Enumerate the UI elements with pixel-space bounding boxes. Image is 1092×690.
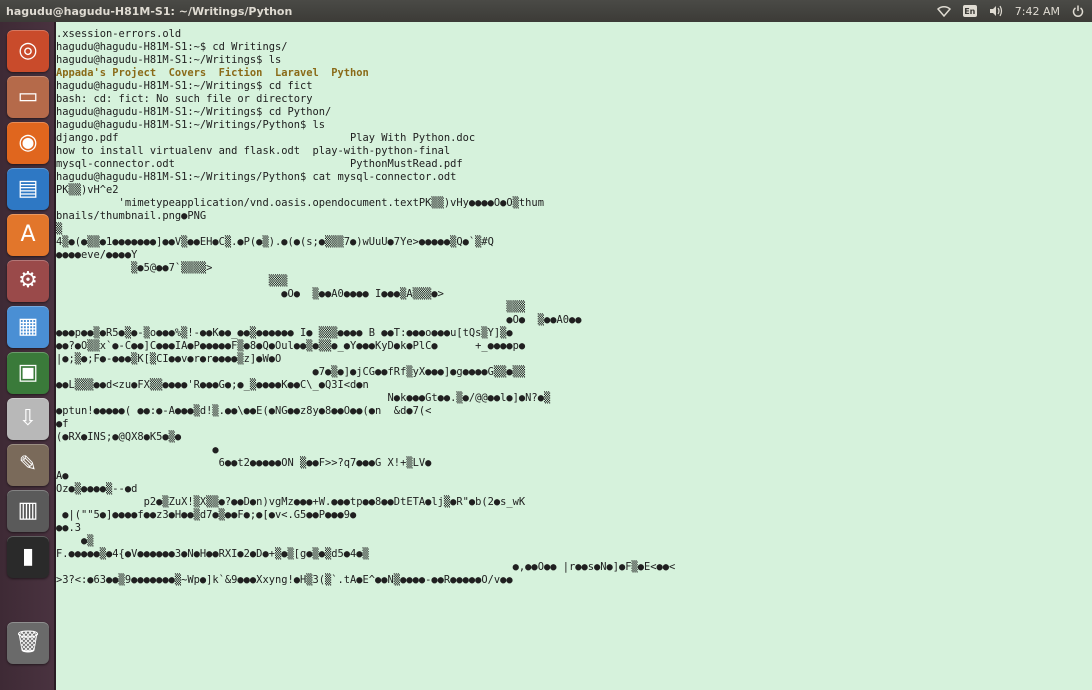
volume-icon[interactable] bbox=[989, 5, 1003, 17]
terminal-line: (●RX●INS;●@QX8●K5●▒● bbox=[56, 431, 182, 443]
window-title: hagudu@hagudu-H81M-S1: ~/Writings/Python bbox=[6, 4, 293, 18]
terminal-line: ●●L▒▒▒●●d<zu●FX▒▒●●●●'R●●●G●;●_▒●●●●K●●C… bbox=[56, 379, 369, 391]
terminal-line: ▒▒▒ bbox=[56, 301, 526, 313]
terminal-output: .xsession-errors.old hagudu@hagudu-H81M-S… bbox=[56, 22, 1092, 587]
launcher-monitor-button[interactable]: ▣ bbox=[7, 352, 49, 394]
terminal-directory-listing: Appada's Project Covers Fiction Laravel … bbox=[56, 67, 369, 79]
unity-launcher: ◎ ▭ ◉ ▤ A ⚙ ▦ ▣ ⇩ ✎ ▥ ▮ 🗑 bbox=[0, 22, 56, 690]
terminal-line: hagudu@hagudu-H81M-S1:~/Writings/Python$… bbox=[56, 119, 325, 131]
terminal-line: |●;▒●;F●-●●●▒K[▒CI●●v●r●r●●●●▒z]●W●O bbox=[56, 353, 282, 365]
indicator-tray: En 7:42 AM bbox=[936, 5, 1092, 18]
keyboard-layout-indicator[interactable]: En bbox=[962, 5, 977, 17]
terminal-line: hagudu@hagudu-H81M-S1:~/Writings$ cd fic… bbox=[56, 80, 313, 92]
terminal-line: 'mimetypeapplication/vnd.oasis.opendocum… bbox=[56, 197, 544, 209]
terminal-line: ●●.3 bbox=[56, 522, 82, 534]
terminal-line: F.●●●●●▒●4{●V●●●●●●3●N●H●●RXI●2●D●+▒●▒[g… bbox=[56, 548, 369, 560]
launcher-gimp-button[interactable]: ✎ bbox=[7, 444, 49, 486]
launcher-video-editor-button[interactable]: ▥ bbox=[7, 490, 49, 532]
terminal-line: ●O● ▒●●A0●● bbox=[56, 314, 582, 326]
launcher-trash-button[interactable]: 🗑 bbox=[7, 622, 49, 664]
terminal-line: django.pdf Play With Python.doc bbox=[56, 132, 476, 144]
system-monitor-icon: ▣ bbox=[17, 360, 39, 385]
terminal-line: Oz●▒●●●●▒--●d bbox=[56, 483, 138, 495]
paint-icon: ✎ bbox=[18, 452, 38, 477]
terminal-line: ●●●p●●▒●R5●▒●-▒o●●●%▒!-●●K●●_●●▒●●●●●● I… bbox=[56, 327, 513, 339]
document-icon: ▤ bbox=[17, 176, 39, 201]
presentation-icon: ▦ bbox=[17, 314, 39, 339]
terminal-line: hagudu@hagudu-H81M-S1:~/Writings$ ls bbox=[56, 54, 282, 66]
terminal-line: ●●●●eve/●●●●Y bbox=[56, 249, 138, 261]
ubuntu-logo-icon: ◎ bbox=[18, 38, 38, 63]
terminal-line: ●,●●O●● |r●●s●N●]●F▒●E<●●< bbox=[56, 561, 676, 573]
terminal-line: ●ptun!●●●●●( ●●:●-A●●●▒d!▒.●●\●●E(●NG●●z… bbox=[56, 405, 432, 417]
launcher-files-button[interactable]: ▭ bbox=[7, 76, 49, 118]
terminal-line: A● bbox=[56, 470, 69, 482]
download-icon: ⇩ bbox=[18, 406, 38, 431]
terminal-line: bnails/thumbnail.png●PNG bbox=[56, 210, 207, 222]
terminal-line: hagudu@hagudu-H81M-S1:~/Writings$ cd Pyt… bbox=[56, 106, 332, 118]
launcher-dash-button[interactable]: ◎ bbox=[7, 30, 49, 72]
terminal-icon: ▮ bbox=[21, 544, 35, 569]
power-icon[interactable] bbox=[1072, 5, 1084, 17]
launcher-installer-button[interactable]: ⇩ bbox=[7, 398, 49, 440]
terminal-line: >3?<:●63●●▒9●●●●●●●▒~Wp●]k`&9●●●Xxyng!●H… bbox=[56, 574, 513, 586]
folder-icon: ▭ bbox=[17, 84, 39, 109]
terminal-line: N●k●●●Gt●●.▒●/@@●●l●]●N?●▒ bbox=[56, 392, 551, 404]
terminal-line: ▒●5@●●7`▒▒▒▒> bbox=[56, 262, 213, 274]
terminal-line: PK▒▒)vH^e2 bbox=[56, 184, 119, 196]
terminal-window[interactable]: .xsession-errors.old hagudu@hagudu-H81M-S… bbox=[56, 22, 1092, 690]
terminal-line: ●|(""5●]●●●●f●●z3●H●●▒d7●▒●●F●;●[●v<.G5●… bbox=[56, 509, 357, 521]
gear-icon: ⚙ bbox=[18, 268, 38, 293]
launcher-writer-button[interactable]: ▤ bbox=[7, 168, 49, 210]
terminal-line: mysql-connector.odt PythonMustRead.pdf bbox=[56, 158, 463, 170]
terminal-line: hagudu@hagudu-H81M-S1:~$ cd Writings/ bbox=[56, 41, 288, 53]
terminal-line: ▒▒▒ bbox=[56, 275, 288, 287]
clock[interactable]: 7:42 AM bbox=[1015, 5, 1060, 18]
terminal-line: ●●?●O▒▒x`●-C●●]C●●●IA●P●●●●●F▒●8●Q●Oul●●… bbox=[56, 340, 526, 352]
trash-icon: 🗑 bbox=[14, 630, 42, 655]
top-panel: hagudu@hagudu-H81M-S1: ~/Writings/Python… bbox=[0, 0, 1092, 22]
terminal-line: ●f bbox=[56, 418, 69, 430]
terminal-line: p2●▒ZuX!▒X▒▒●?●●D●n)vgMz●●●+W.●●●tp●●8●●… bbox=[56, 496, 526, 508]
terminal-line: 4▒●(●▒▒●1●●●●●●●]●●V▒●●EH●C▒.●P(●▒).●(●(… bbox=[56, 236, 494, 248]
firefox-icon: ◉ bbox=[18, 130, 38, 155]
terminal-line: hagudu@hagudu-H81M-S1:~/Writings/Python$… bbox=[56, 171, 457, 183]
terminal-line: ●▒ bbox=[56, 535, 94, 547]
terminal-line: how to install virtualenv and flask.odt … bbox=[56, 145, 451, 157]
clapperboard-icon: ▥ bbox=[17, 498, 39, 523]
terminal-line: ●O● ▒●●A0●●●● I●●●▒A▒▒▒●> bbox=[56, 288, 444, 300]
launcher-software-center-button[interactable]: A bbox=[7, 214, 49, 256]
launcher-settings-button[interactable]: ⚙ bbox=[7, 260, 49, 302]
launcher-terminal-button[interactable]: ▮ bbox=[7, 536, 49, 578]
terminal-line: ▒ bbox=[56, 223, 63, 235]
terminal-line: bash: cd: fict: No such file or director… bbox=[56, 93, 313, 105]
terminal-line: .xsession-errors.old bbox=[56, 28, 182, 40]
terminal-line: 6●●t2●●●●●ON ▒●●F>>?q7●●●G X!+▒LV● bbox=[56, 457, 432, 469]
launcher-impress-button[interactable]: ▦ bbox=[7, 306, 49, 348]
wifi-icon[interactable] bbox=[936, 5, 951, 17]
terminal-line: ●7●▒●]●jCG●●fRf▒yX●●●]●g●●●●G▒▒●▒▒ bbox=[56, 366, 526, 378]
keyboard-layout-label: En bbox=[962, 5, 977, 17]
terminal-line: ● bbox=[56, 444, 219, 456]
shopping-bag-icon: A bbox=[20, 222, 36, 247]
launcher-firefox-button[interactable]: ◉ bbox=[7, 122, 49, 164]
